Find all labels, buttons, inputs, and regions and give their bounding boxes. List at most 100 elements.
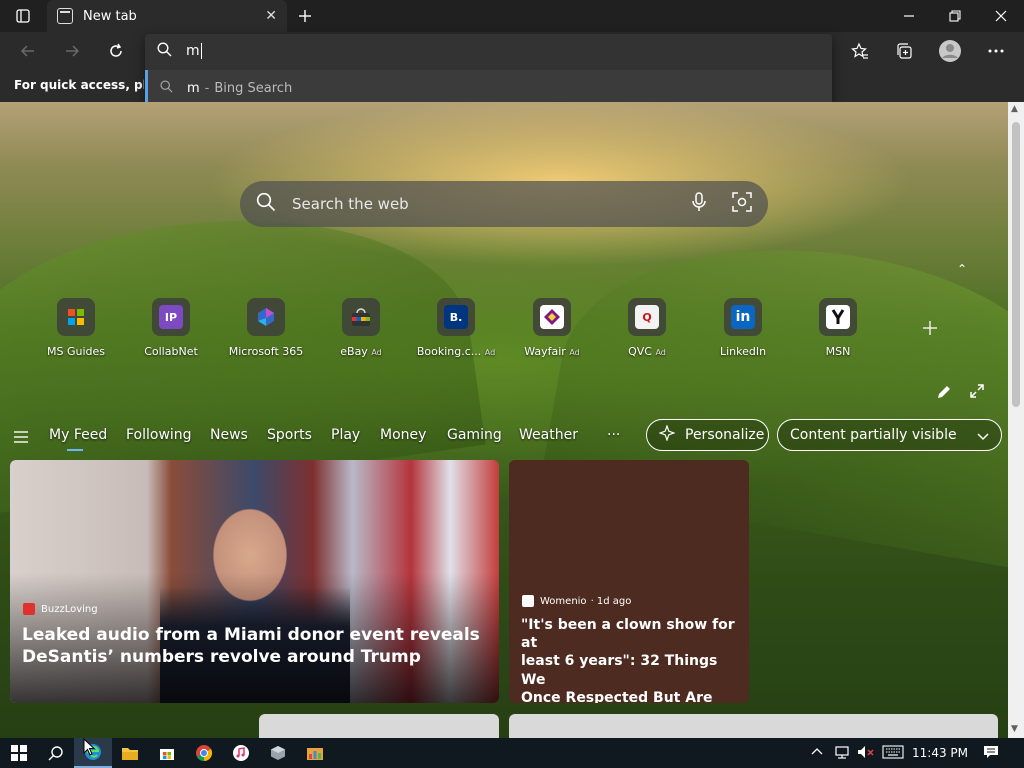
refresh-button[interactable] <box>101 36 131 66</box>
favorites-icon[interactable] <box>847 38 873 64</box>
new-tab-page: Search the web ⌃ MS Guides IP CollabNet … <box>0 102 1008 738</box>
feed-menu-icon[interactable] <box>14 431 28 447</box>
more-tabs-button[interactable]: ··· <box>607 427 620 443</box>
personalize-button[interactable]: Personalize <box>646 419 769 451</box>
suggestion-separator: - <box>204 80 210 96</box>
quick-link-linkedin[interactable]: in LinkedIn <box>701 298 785 358</box>
tab-sports[interactable]: Sports <box>267 427 312 443</box>
quick-link-label: QVC <box>628 345 652 358</box>
content-visibility-select[interactable]: Content partially visible <box>777 419 1002 451</box>
minimize-button[interactable] <box>886 0 932 32</box>
page-scrollbar[interactable]: ▲ ▼ <box>1008 102 1024 738</box>
profile-avatar[interactable] <box>937 38 963 64</box>
taskbar-file-explorer-icon[interactable] <box>111 738 149 768</box>
settings-more-icon[interactable] <box>983 38 1009 64</box>
womenio-logo-icon <box>522 595 534 607</box>
booking-logo-icon: B. <box>444 305 468 329</box>
quick-link-label: eBay <box>340 345 368 358</box>
volume-muted-icon[interactable] <box>857 745 875 762</box>
tab-actions-icon[interactable] <box>0 0 46 32</box>
ad-badge: Ad <box>569 348 580 357</box>
quick-link-booking[interactable]: B. Booking.c... Ad <box>414 298 498 358</box>
headline-line: least 6 years": 32 Things We <box>521 653 718 688</box>
quick-link-label: Microsoft 365 <box>228 345 304 358</box>
quick-link-collabnet[interactable]: IP CollabNet <box>129 298 213 358</box>
web-search-icon <box>256 192 276 216</box>
scroll-down-icon[interactable]: ▼ <box>1011 724 1018 734</box>
text-caret <box>200 43 202 59</box>
close-window-button[interactable] <box>978 0 1024 32</box>
close-tab-icon[interactable]: ✕ <box>265 8 277 24</box>
news-card-next-2[interactable] <box>509 714 998 738</box>
collapse-quick-links-icon[interactable]: ⌃ <box>957 262 967 276</box>
news-card-desantis[interactable]: BuzzLoving Leaked audio from a Miami don… <box>10 460 499 703</box>
back-button[interactable] <box>13 36 43 66</box>
collections-icon[interactable] <box>891 38 917 64</box>
forward-button[interactable] <box>57 36 87 66</box>
ebay-logo-icon <box>349 305 373 329</box>
headline-line: Once Respected But Are No... <box>521 689 713 703</box>
favorites-hint: For quick access, place y <box>14 78 144 92</box>
ad-badge: Ad <box>371 348 382 357</box>
expand-icon[interactable] <box>970 384 984 402</box>
taskbar-app-chart-icon[interactable] <box>296 738 334 768</box>
visual-search-icon[interactable] <box>732 192 752 216</box>
tab-following[interactable]: Following <box>126 427 192 443</box>
news-card-next[interactable] <box>259 714 499 738</box>
tab-news[interactable]: News <box>210 427 248 443</box>
show-hidden-icons[interactable] <box>811 745 823 759</box>
quick-link-label: CollabNet <box>144 345 198 358</box>
headline-line: DeSantis’ numbers revolve around Trump <box>22 647 421 668</box>
wayfair-logo-icon <box>540 305 564 329</box>
news-headline[interactable]: Leaked audio from a Miami donor event re… <box>22 624 492 668</box>
chevron-down-icon <box>977 429 989 445</box>
qvc-logo-icon: Q <box>635 305 659 329</box>
tab-gaming[interactable]: Gaming <box>447 427 502 443</box>
quick-link-ebay[interactable]: eBay Ad <box>319 298 403 358</box>
search-icon <box>157 41 172 61</box>
network-icon[interactable] <box>834 745 850 762</box>
address-input[interactable]: m <box>186 43 200 59</box>
taskbar-chrome-icon[interactable] <box>185 738 223 768</box>
news-source: Womenio · 1d ago <box>522 595 631 607</box>
linkedin-logo-icon: in <box>731 305 755 329</box>
news-headline[interactable]: "It's been a clown show for at least 6 y… <box>521 616 743 703</box>
taskbar-itunes-icon[interactable] <box>222 738 260 768</box>
restore-button[interactable] <box>932 0 978 32</box>
keyboard-icon[interactable] <box>882 745 904 762</box>
taskbar-clock[interactable]: 11:43 PM <box>912 746 968 760</box>
taskbar-app-cube-icon[interactable] <box>259 738 297 768</box>
quick-link-wayfair[interactable]: Wayfair Ad <box>510 298 594 358</box>
tab-new-tab[interactable]: New tab ✕ <box>47 0 287 32</box>
tab-weather[interactable]: Weather <box>519 427 578 443</box>
quick-link-microsoft-365[interactable]: Microsoft 365 <box>224 298 308 358</box>
ad-badge: Ad <box>655 348 666 357</box>
scrollbar-thumb[interactable] <box>1012 122 1020 407</box>
quick-link-label: Booking.c... <box>416 345 482 358</box>
new-tab-button[interactable] <box>282 0 328 32</box>
quick-link-label: LinkedIn <box>719 345 767 358</box>
web-search-input[interactable]: Search the web <box>292 195 692 213</box>
edit-background-icon[interactable] <box>936 384 952 404</box>
quick-link-ms-guides[interactable]: MS Guides <box>34 298 118 358</box>
add-quick-link-icon[interactable] <box>922 320 938 340</box>
scroll-up-icon[interactable]: ▲ <box>1011 104 1018 114</box>
msn-logo-icon <box>826 305 850 329</box>
tab-play[interactable]: Play <box>331 427 360 443</box>
notifications-icon[interactable] <box>983 745 999 762</box>
web-search-box[interactable]: Search the web <box>240 181 768 227</box>
microphone-icon[interactable] <box>692 192 706 216</box>
start-button[interactable] <box>0 738 38 768</box>
taskbar-store-icon[interactable] <box>148 738 186 768</box>
quick-link-qvc[interactable]: Q QVC Ad <box>605 298 689 358</box>
news-card-womenio[interactable]: Womenio · 1d ago "It's been a clown show… <box>509 460 749 703</box>
address-bar[interactable]: m <box>145 34 832 68</box>
tab-my-feed[interactable]: My Feed <box>49 427 107 451</box>
new-tab-icon <box>57 8 73 24</box>
buzzloving-logo-icon <box>23 603 35 615</box>
suggestion-bing-search[interactable]: m - Bing Search <box>145 70 832 106</box>
quick-link-label: Wayfair <box>524 345 566 358</box>
taskbar-search-icon[interactable] <box>37 738 75 768</box>
tab-money[interactable]: Money <box>380 427 426 443</box>
quick-link-msn[interactable]: MSN <box>796 298 880 358</box>
